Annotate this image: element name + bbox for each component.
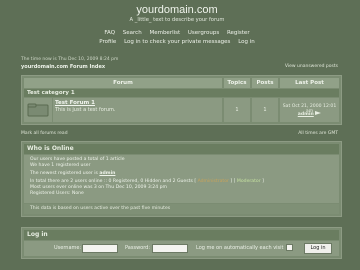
header-last-post: Last Post: [280, 78, 339, 88]
login-form: Username: Password: Log me on automatica…: [24, 241, 339, 256]
forum-status-cell: [24, 98, 52, 122]
who-is-online-body: Our users have posted a total of 1 artic…: [24, 155, 339, 203]
nav-memberlist-link[interactable]: Memberlist: [149, 30, 180, 36]
forum-info-cell: Test Forum 1 This is just a test forum.: [53, 98, 222, 122]
last-post-author-link[interactable]: admin: [298, 112, 314, 117]
nav-pm-link[interactable]: Log in to check your private messages: [124, 39, 230, 45]
forum-row: Test Forum 1 This is just a test forum. …: [24, 98, 339, 122]
nav-login-link[interactable]: Log in: [238, 39, 255, 45]
page: yourdomain.com A _little_ text to descri…: [14, 0, 342, 270]
latest-post-icon[interactable]: [315, 111, 322, 115]
password-label: Password:: [125, 245, 151, 251]
most-ever-online: Most users ever online was 3 on Thu Dec …: [30, 185, 168, 190]
timezone-note: All times are GMT: [298, 131, 338, 136]
autologin-checkbox[interactable]: [286, 244, 293, 251]
registered-total: We have 1 registered user: [30, 163, 91, 168]
unanswered-posts-link[interactable]: View unanswered posts: [285, 64, 338, 69]
legend-moderator: Moderator: [236, 179, 261, 184]
site-description: A _little_ text to describe your forum: [129, 17, 225, 23]
password-input[interactable]: [152, 244, 188, 253]
forum-table: Forum Topics Posts Last Post Test catego…: [21, 75, 342, 125]
nav-search-link[interactable]: Search: [123, 30, 142, 36]
username-input[interactable]: [82, 244, 118, 253]
newest-user-line: The newest registered user is admin: [30, 171, 115, 176]
current-time: The time now is Thu Dec 10, 2009 8:24 pm: [21, 57, 119, 62]
header-forum: Forum: [24, 78, 222, 88]
nav-register-link[interactable]: Register: [227, 30, 250, 36]
online-total: In total there are 2 users online :: 0 R…: [30, 179, 193, 184]
forum-index-link[interactable]: yourdomain.com Forum Index: [21, 64, 105, 70]
autologin-label: Log me on automatically each visit: [196, 245, 284, 251]
header-posts: Posts: [252, 78, 278, 88]
site-title[interactable]: yourdomain.com: [14, 4, 340, 16]
forum-last-post: Sat Oct 21, 2000 12:01 am admin: [280, 98, 339, 122]
nav-profile-link[interactable]: Profile: [99, 39, 116, 45]
header-topics: Topics: [224, 78, 250, 88]
registered-users-online: Registered Users: None: [30, 191, 84, 196]
forum-topics-count: 1: [224, 98, 250, 122]
last-post-author: admin: [280, 111, 339, 117]
online-footnote: This data is based on users active over …: [24, 204, 339, 214]
online-total-line: In total there are 2 users online :: 0 R…: [30, 179, 264, 184]
login-title[interactable]: Log in: [24, 230, 339, 240]
nav-usergroups-link[interactable]: Usergroups: [188, 30, 219, 36]
newest-user-link[interactable]: admin: [99, 171, 115, 176]
legend-administrator: Administrator: [197, 179, 229, 184]
main-nav: FAQ Search Memberlist Usergroups Registe…: [14, 30, 340, 36]
mark-all-read-link[interactable]: Mark all forums read: [21, 131, 68, 136]
articles-total: Our users have posted a total of 1 artic…: [30, 157, 125, 162]
who-is-online-title[interactable]: Who is Online: [24, 144, 339, 154]
username-label: Username:: [54, 245, 82, 251]
folder-icon: [27, 103, 49, 117]
user-nav: Profile Log in to check your private mes…: [14, 39, 340, 45]
login-panel: Log in Username: Password: Log me on aut…: [21, 227, 342, 259]
newest-user-prefix: The newest registered user is: [30, 171, 98, 176]
who-is-online-panel: Who is Online Our users have posted a to…: [21, 141, 342, 217]
forum-description: This is just a test forum.: [55, 107, 116, 113]
category-row[interactable]: Test category 1: [24, 89, 339, 97]
login-button[interactable]: Log in: [304, 243, 332, 254]
nav-faq-link[interactable]: FAQ: [104, 30, 115, 36]
forum-name-link[interactable]: Test Forum 1: [55, 100, 95, 106]
forum-posts-count: 1: [252, 98, 278, 122]
